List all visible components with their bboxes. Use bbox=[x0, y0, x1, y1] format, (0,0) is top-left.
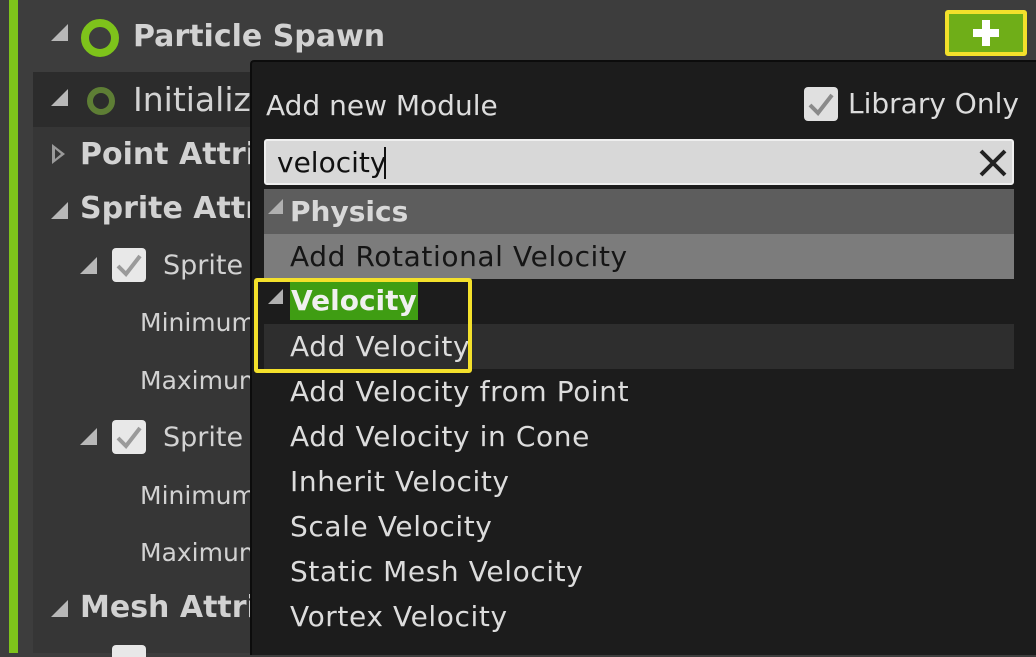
point-attrib-label: Point Attrib bbox=[80, 137, 278, 172]
list-item-scale-velocity[interactable]: Scale Velocity bbox=[264, 504, 1014, 549]
mesh-checkbox[interactable] bbox=[112, 645, 146, 657]
text-cursor bbox=[384, 147, 386, 179]
list-item-inherit-velocity[interactable]: Inherit Velocity bbox=[264, 459, 1014, 504]
minimum-label: Minimum bbox=[140, 481, 256, 510]
search-box[interactable]: velocity bbox=[264, 139, 1014, 185]
checkmark-icon bbox=[116, 254, 142, 277]
expand-triangle-icon bbox=[268, 289, 283, 304]
expand-triangle-icon[interactable] bbox=[51, 600, 68, 617]
particle-spawn-label: Particle Spawn bbox=[133, 19, 386, 54]
library-only-toggle[interactable]: Library Only bbox=[804, 86, 1019, 122]
close-icon[interactable] bbox=[977, 147, 1009, 179]
list-item-add-velocity[interactable]: Add Velocity bbox=[264, 324, 1014, 369]
module-status-ring-icon[interactable] bbox=[87, 87, 115, 115]
initialize-label: Initializ bbox=[133, 80, 251, 119]
add-module-button[interactable] bbox=[945, 10, 1027, 56]
collapsed-triangle-inner bbox=[55, 149, 61, 159]
maximum-label: Maximum bbox=[140, 538, 264, 567]
mesh-attrib-label: Mesh Attrib bbox=[80, 590, 279, 625]
list-item-add-rotational-velocity[interactable]: Add Rotational Velocity bbox=[264, 234, 1014, 279]
popup-title: Add new Module bbox=[266, 89, 498, 122]
category-label: Physics bbox=[290, 195, 409, 228]
expand-triangle-icon[interactable] bbox=[51, 24, 68, 41]
library-only-label: Library Only bbox=[848, 87, 1019, 120]
sprite-r-checkbox[interactable] bbox=[112, 420, 146, 454]
expand-triangle-icon[interactable] bbox=[80, 428, 97, 445]
search-input[interactable]: velocity bbox=[277, 144, 386, 182]
list-item-add-velocity-from-point[interactable]: Add Velocity from Point bbox=[264, 369, 1014, 414]
list-item-static-mesh-velocity[interactable]: Static Mesh Velocity bbox=[264, 549, 1014, 594]
module-results-list: Physics Add Rotational Velocity Velocity… bbox=[264, 189, 1014, 639]
checkmark-icon bbox=[808, 93, 834, 116]
checkmark-icon bbox=[116, 426, 142, 449]
expand-triangle-icon[interactable] bbox=[80, 257, 97, 274]
list-item-add-velocity-in-cone[interactable]: Add Velocity in Cone bbox=[264, 414, 1014, 459]
emitter-accent-bar bbox=[9, 0, 18, 653]
category-label: Velocity bbox=[290, 282, 418, 320]
maximum-label: Maximum bbox=[140, 366, 264, 395]
plus-icon bbox=[973, 20, 999, 46]
category-physics[interactable]: Physics bbox=[264, 189, 1014, 234]
sprite-s-checkbox[interactable] bbox=[112, 248, 146, 282]
category-velocity[interactable]: Velocity bbox=[264, 279, 1014, 324]
expand-triangle-icon bbox=[268, 199, 283, 214]
library-only-checkbox[interactable] bbox=[804, 87, 838, 121]
module-enabled-ring-icon[interactable] bbox=[81, 19, 119, 57]
expand-triangle-icon[interactable] bbox=[51, 202, 68, 219]
expand-triangle-icon[interactable] bbox=[51, 89, 68, 106]
add-module-popup: Add new Module Library Only velocity Phy… bbox=[250, 60, 1036, 655]
list-item-vortex-velocity[interactable]: Vortex Velocity bbox=[264, 594, 1014, 639]
minimum-label: Minimum bbox=[140, 308, 256, 337]
